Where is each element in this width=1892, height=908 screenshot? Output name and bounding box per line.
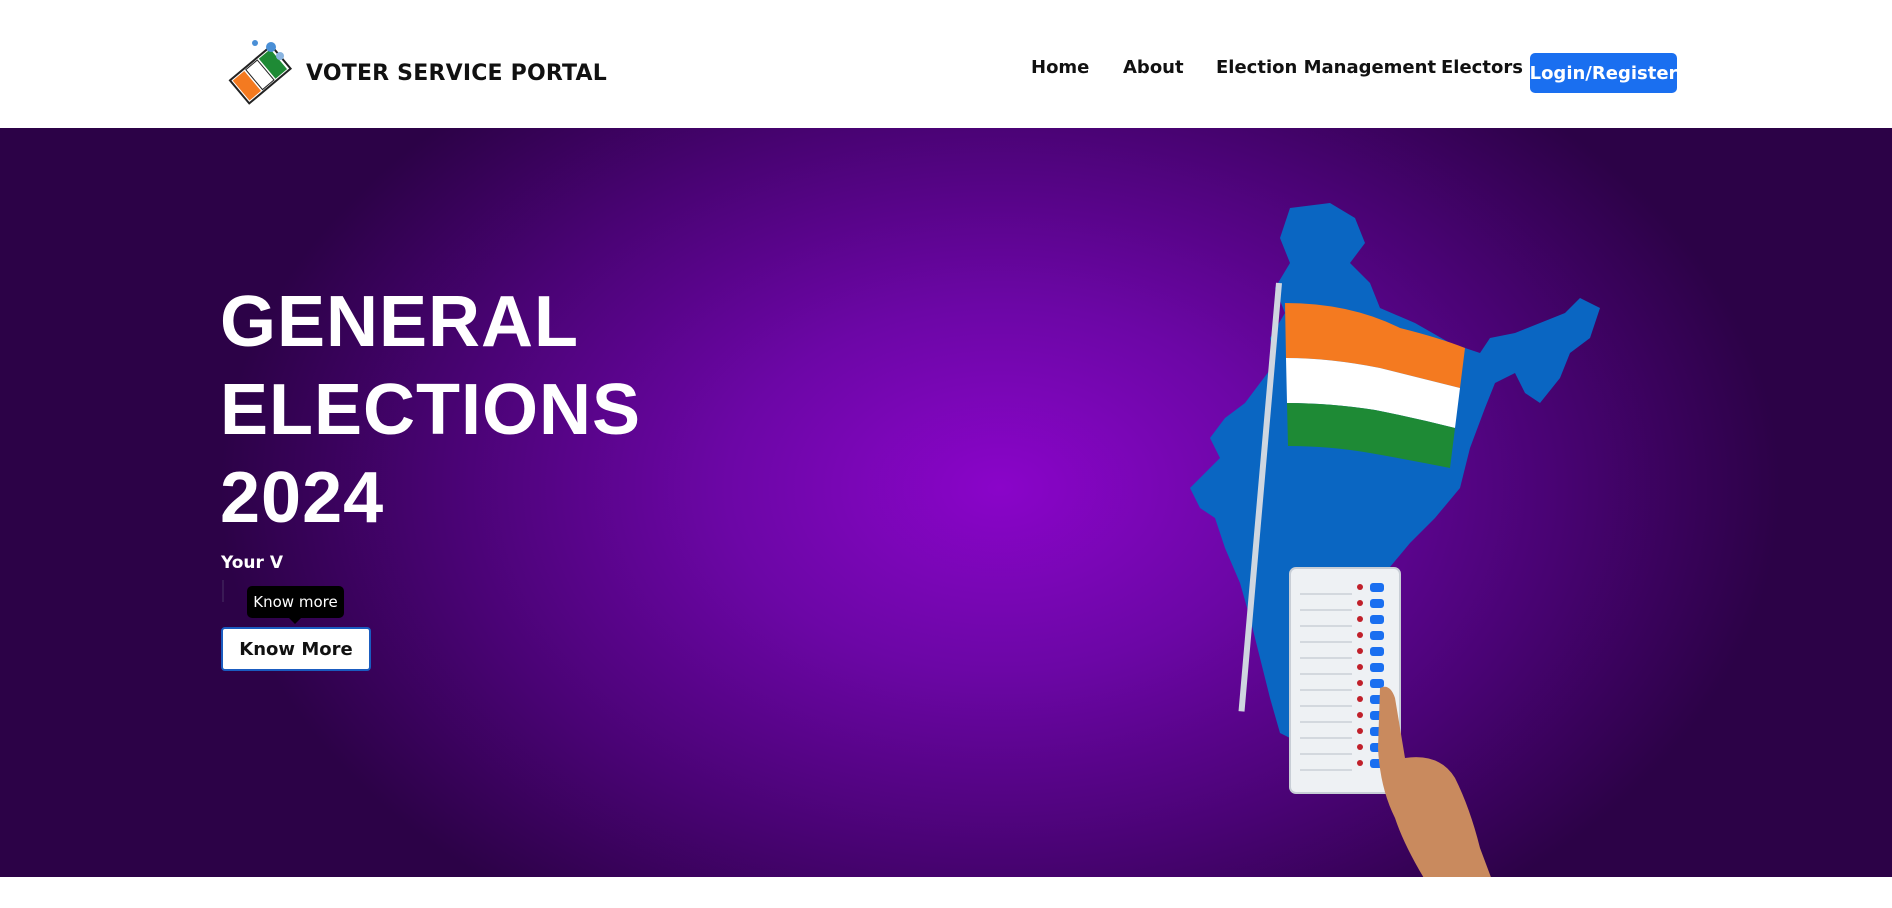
- hero-title-line: GENERAL: [220, 282, 580, 362]
- know-more-button[interactable]: Know More: [221, 627, 371, 671]
- hero-title-line: 2024: [220, 458, 385, 538]
- login-register-button[interactable]: Login/Register: [1530, 53, 1677, 93]
- hero-banner: GENERAL ELECTIONS 2024 Your V Know more …: [0, 128, 1892, 877]
- nav-about[interactable]: About: [1123, 57, 1184, 78]
- nav-electors[interactable]: Electors: [1441, 57, 1523, 78]
- typing-caret: [222, 580, 224, 602]
- brand[interactable]: VOTER SERVICE PORTAL: [222, 36, 607, 110]
- nav-home[interactable]: Home: [1031, 57, 1089, 78]
- brand-title: VOTER SERVICE PORTAL: [306, 60, 607, 86]
- hero-subtitle: Your V: [221, 553, 283, 573]
- hero-title: GENERAL ELECTIONS 2024: [220, 278, 641, 542]
- hero-title-line: ELECTIONS: [220, 370, 642, 450]
- know-more-tooltip: Know more: [247, 586, 344, 624]
- india-map-flag-evm-icon: [1190, 203, 1600, 877]
- top-navbar: VOTER SERVICE PORTAL Home About Election…: [0, 0, 1892, 128]
- eci-ballot-logo-icon: [222, 36, 296, 110]
- nav-election-management[interactable]: Election Management: [1216, 57, 1436, 78]
